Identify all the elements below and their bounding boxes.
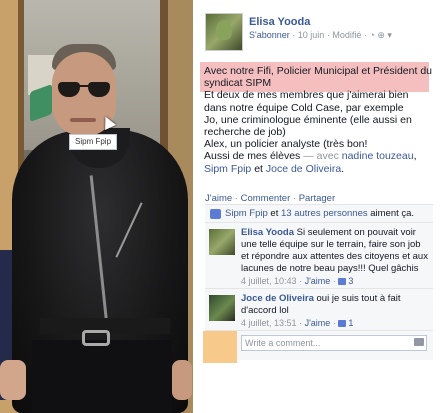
comment-meta: 4 juillet, 10:43 · J'aime · 3: [241, 275, 429, 287]
post-body-end: .: [341, 162, 345, 175]
post-actions: J'aime · Commenter · Partager: [205, 193, 335, 204]
author-avatar[interactable]: [205, 13, 243, 51]
likes-and: et: [270, 208, 279, 219]
post-date[interactable]: 10 juin: [298, 30, 325, 40]
current-user-avatar: [203, 331, 237, 363]
photo-hand-left: [0, 360, 26, 400]
photo-jeans: [32, 340, 172, 413]
privacy-globe-icon[interactable]: ⊕: [377, 30, 385, 40]
subscribe-link[interactable]: S'abonner: [249, 30, 290, 40]
share-button[interactable]: Partager: [299, 193, 335, 204]
post-meta: S'abonner · 10 juin · Modifié · ◔ ⊕ ▾: [249, 30, 392, 41]
edited-label[interactable]: Modifié: [332, 30, 361, 40]
post-body-line: Alex, un policier analyste (très bon!: [204, 138, 368, 151]
post-body: Avec notre Fifi, Policier Municipal et P…: [204, 65, 432, 175]
comment-input-placeholder: Write a comment...: [245, 338, 321, 348]
comment-item: Joce de Oliveira oui je suis tout à fait…: [205, 288, 433, 330]
photo-sunglasses: [58, 82, 110, 98]
post-body-line: Jo, une criminologue éminente (elle auss…: [204, 113, 412, 139]
photo-belt-buckle: [82, 330, 110, 346]
camera-icon[interactable]: [414, 338, 424, 346]
likes-summary: Sipm Fpip et 13 autres personnes aiment …: [205, 204, 433, 222]
like-button[interactable]: J'aime: [205, 193, 232, 204]
comment-input[interactable]: Write a comment...: [241, 335, 427, 351]
comment-item: Elisa Yooda Si seulement on pouvait voir…: [205, 222, 433, 288]
comment-body: Elisa Yooda Si seulement on pouvait voir…: [241, 227, 429, 287]
thumb-icon: [338, 278, 347, 285]
comment-like-button[interactable]: J'aime: [305, 276, 331, 286]
comment-author[interactable]: Elisa Yooda: [241, 227, 294, 238]
photo-mouth: [70, 118, 96, 122]
tag-link-nadine[interactable]: nadine touzeau: [342, 150, 414, 162]
comment-like-count-value: 1: [348, 318, 354, 328]
with-label: — avec: [303, 150, 339, 163]
likes-suffix: aiment ça.: [370, 208, 415, 219]
comment-meta: 4 juillet, 13:51 · J'aime · 1: [241, 317, 429, 329]
comment-time[interactable]: 4 juillet, 10:43: [241, 276, 297, 286]
comment-like-button[interactable]: J'aime: [305, 318, 331, 328]
comment-avatar[interactable]: [209, 229, 235, 255]
liker-link[interactable]: Sipm Fpip: [225, 208, 268, 219]
tag-link-sipm[interactable]: Sipm Fpip: [204, 163, 251, 175]
other-likers-link[interactable]: 13 autres personnes: [281, 208, 368, 219]
comment-avatar[interactable]: [209, 295, 235, 321]
comment-like-count-value: 3: [348, 276, 354, 286]
like-thumb-icon: [210, 209, 221, 219]
photo-hand-right: [172, 360, 192, 400]
tag-link-joce[interactable]: Joce de Oliveira: [266, 163, 341, 175]
post-body-line: Et deux de mes membres que j'aimerai bie…: [204, 89, 409, 114]
comment-time[interactable]: 4 juillet, 13:51: [241, 318, 297, 328]
comment-author[interactable]: Joce de Oliveira: [241, 293, 314, 304]
write-comment-row: Write a comment...: [203, 330, 433, 363]
comment-button[interactable]: Commenter: [241, 193, 291, 204]
clock-icon: ◔: [369, 30, 375, 40]
comment-like-count[interactable]: 1: [338, 318, 353, 328]
post-photo[interactable]: Sipm Fpip: [0, 0, 193, 413]
chevron-down-icon[interactable]: ▾: [387, 30, 392, 40]
conjunction: et: [254, 162, 263, 175]
comment-body: Joce de Oliveira oui je suis tout à fait…: [241, 293, 429, 329]
photo-tag-label[interactable]: Sipm Fpip: [69, 134, 118, 150]
post-body-text: Aussi de mes élèves: [204, 150, 301, 163]
comment-like-count[interactable]: 3: [338, 276, 353, 286]
comma: ,: [413, 150, 417, 163]
post-author-name[interactable]: Elisa Yooda: [249, 16, 310, 28]
post-body-line: Aussi de mes élèves — avec nadine touzea…: [204, 150, 432, 174]
thumb-icon: [338, 320, 347, 327]
post-body-line: Avec notre Fifi, Policier Municipal et P…: [204, 65, 432, 90]
